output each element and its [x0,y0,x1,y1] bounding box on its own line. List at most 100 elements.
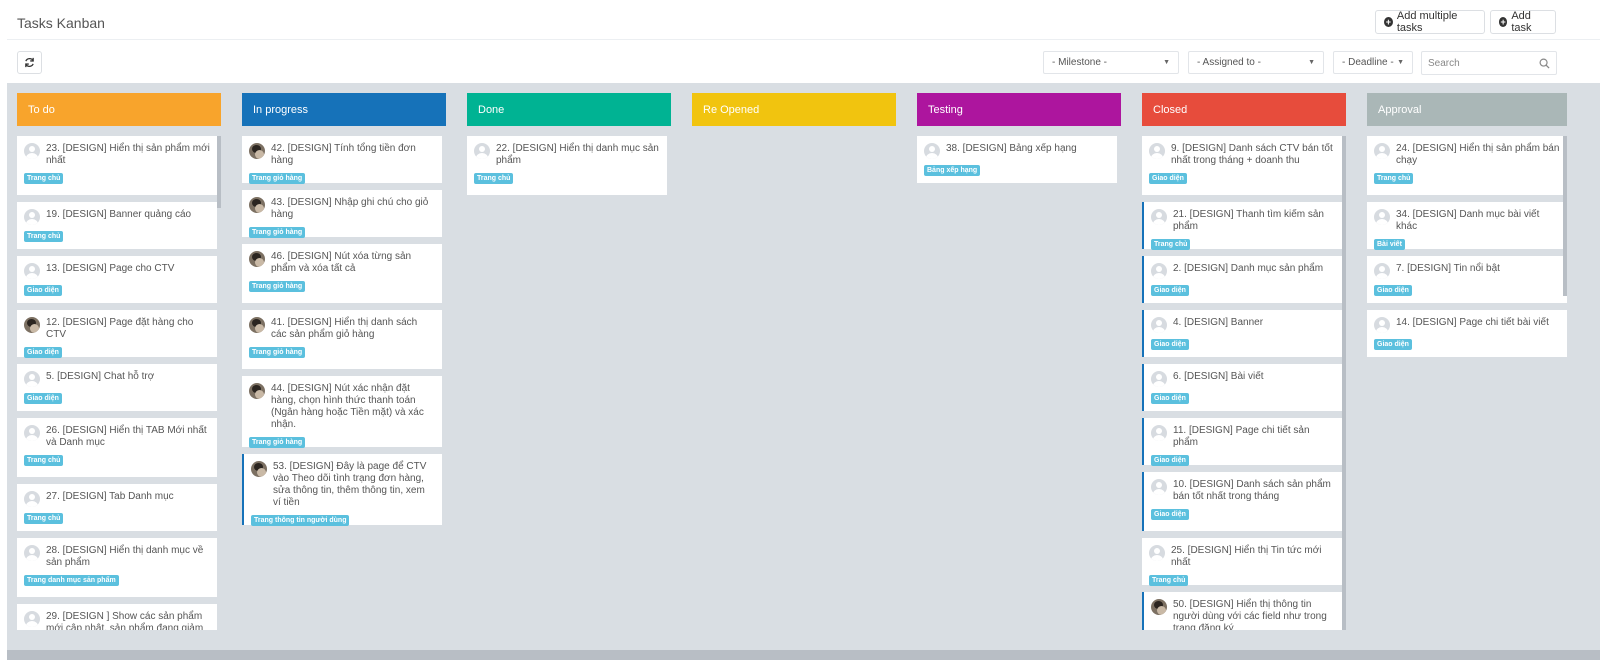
avatar[interactable] [249,251,265,267]
task-card[interactable]: 7. [DESIGN] Tin nổi bật Giao diện [1367,256,1567,303]
task-card[interactable]: 25. [DESIGN] Hiển thị Tin tức mới nhất Tr… [1142,538,1342,586]
add-multiple-tasks-button[interactable]: + Add multiple tasks [1375,10,1485,34]
task-card[interactable]: 41. [DESIGN] Hiển thị danh sách các sản … [242,310,442,369]
task-title[interactable]: 28. [DESIGN] Hiển thị danh mục về sản ph… [46,545,210,569]
avatar[interactable] [1374,209,1390,225]
task-title[interactable]: 12. [DESIGN] Page đặt hàng cho CTV [46,317,210,341]
task-title[interactable]: 10. [DESIGN] Danh sách sản phẩm bán tốt … [1173,479,1335,503]
task-card[interactable]: 43. [DESIGN] Nhập ghi chú cho giỏ hàng Tr… [242,190,442,238]
task-title[interactable]: 50. [DESIGN] Hiển thị thông tin người dù… [1173,599,1335,630]
task-card[interactable]: 10. [DESIGN] Danh sách sản phẩm bán tốt … [1142,472,1342,531]
task-card[interactable]: 19. [DESIGN] Banner quảng cáo Trang chủ [17,202,217,249]
task-card[interactable]: 44. [DESIGN] Nút xác nhận đặt hàng, chọn… [242,376,442,448]
avatar[interactable] [1151,209,1167,225]
task-card[interactable]: 34. [DESIGN] Danh mục bài viết khác Bài v… [1367,202,1567,250]
task-card[interactable]: 23. [DESIGN] Hiển thị sản phẩm mới nhất T… [17,136,217,195]
horizontal-scrollbar[interactable] [7,650,1600,660]
task-title[interactable]: 7. [DESIGN] Tin nổi bật [1396,263,1500,279]
avatar[interactable] [1151,599,1167,615]
task-title[interactable]: 22. [DESIGN] Hiển thị danh mục sản phẩm [496,143,660,167]
task-title[interactable]: 14. [DESIGN] Page chi tiết bài viết [1396,317,1549,333]
task-title[interactable]: 46. [DESIGN] Nút xóa từng sản phẩm và xó… [271,251,435,275]
avatar[interactable] [24,143,40,159]
task-title[interactable]: 41. [DESIGN] Hiển thị danh sách các sản … [271,317,435,341]
avatar[interactable] [24,317,40,333]
task-title[interactable]: 9. [DESIGN] Danh sách CTV bán tốt nhất t… [1171,143,1335,167]
task-title[interactable]: 38. [DESIGN] Bảng xếp hạng [946,143,1077,159]
task-title[interactable]: 19. [DESIGN] Banner quảng cáo [46,209,191,225]
task-card[interactable]: 24. [DESIGN] Hiển thị sản phẩm bán chạy T… [1367,136,1567,195]
avatar[interactable] [24,491,40,507]
avatar[interactable] [24,425,40,441]
task-card[interactable]: 46. [DESIGN] Nút xóa từng sản phẩm và xó… [242,244,442,303]
task-card[interactable]: 22. [DESIGN] Hiển thị danh mục sản phẩm T… [467,136,667,195]
task-title[interactable]: 24. [DESIGN] Hiển thị sản phẩm bán chạy [1396,143,1560,167]
task-card[interactable]: 14. [DESIGN] Page chi tiết bài viết Giao … [1367,310,1567,357]
task-card[interactable]: 53. [DESIGN] Đây là page để CTV vào Theo… [242,454,442,526]
task-card[interactable]: 4. [DESIGN] Banner Giao diện [1142,310,1342,357]
task-title[interactable]: 21. [DESIGN] Thanh tìm kiếm sản phẩm [1173,209,1335,233]
task-title[interactable]: 29. [DESIGN ] Show các sản phẩm mới cập … [46,611,210,630]
assigned-to-select[interactable]: - Assigned to - ▼ [1188,51,1324,74]
avatar[interactable] [24,611,40,627]
avatar[interactable] [1149,545,1165,561]
task-title[interactable]: 26. [DESIGN] Hiển thị TAB Mới nhất và Da… [46,425,210,449]
task-card[interactable]: 9. [DESIGN] Danh sách CTV bán tốt nhất t… [1142,136,1342,195]
milestone-select[interactable]: - Milestone - ▼ [1043,51,1179,74]
task-card[interactable]: 12. [DESIGN] Page đặt hàng cho CTV Giao d… [17,310,217,358]
column-scrollbar[interactable] [1342,136,1346,630]
column-scrollbar[interactable] [1563,136,1567,296]
avatar[interactable] [1151,425,1167,441]
avatar[interactable] [24,209,40,225]
search-input[interactable]: Search [1421,51,1557,75]
avatar[interactable] [251,461,267,477]
avatar[interactable] [24,371,40,387]
task-card[interactable]: 42. [DESIGN] Tính tổng tiền đơn hàng Tran… [242,136,442,184]
task-card[interactable]: 13. [DESIGN] Page cho CTV Giao diện [17,256,217,303]
avatar[interactable] [1374,143,1390,159]
task-title[interactable]: 53. [DESIGN] Đây là page để CTV vào Theo… [273,461,435,509]
task-card[interactable]: 27. [DESIGN] Tab Danh mục Trang chủ [17,484,217,531]
task-card[interactable]: 2. [DESIGN] Danh mục sản phẩm Giao diện [1142,256,1342,303]
avatar[interactable] [24,263,40,279]
avatar[interactable] [924,143,940,159]
task-title[interactable]: 13. [DESIGN] Page cho CTV [46,263,174,279]
avatar[interactable] [24,545,40,561]
avatar[interactable] [249,383,265,399]
task-card[interactable]: 21. [DESIGN] Thanh tìm kiếm sản phẩm Tran… [1142,202,1342,250]
task-title[interactable]: 43. [DESIGN] Nhập ghi chú cho giỏ hàng [271,197,435,221]
avatar[interactable] [249,317,265,333]
task-title[interactable]: 25. [DESIGN] Hiển thị Tin tức mới nhất [1171,545,1335,569]
avatar[interactable] [1151,479,1167,495]
task-title[interactable]: 6. [DESIGN] Bài viết [1173,371,1264,387]
avatar[interactable] [474,143,490,159]
task-card[interactable]: 11. [DESIGN] Page chi tiết sản phẩm Giao … [1142,418,1342,466]
task-title[interactable]: 4. [DESIGN] Banner [1173,317,1263,333]
task-card[interactable]: 26. [DESIGN] Hiển thị TAB Mới nhất và Da… [17,418,217,477]
avatar[interactable] [1149,143,1165,159]
task-card[interactable]: 6. [DESIGN] Bài viết Giao diện [1142,364,1342,411]
task-title[interactable]: 44. [DESIGN] Nút xác nhận đặt hàng, chọn… [271,383,435,431]
task-title[interactable]: 23. [DESIGN] Hiển thị sản phẩm mới nhất [46,143,210,167]
task-title[interactable]: 42. [DESIGN] Tính tổng tiền đơn hàng [271,143,435,167]
task-card[interactable]: 5. [DESIGN] Chat hỗ trợ Giao diện [17,364,217,411]
avatar[interactable] [1151,317,1167,333]
task-title[interactable]: 5. [DESIGN] Chat hỗ trợ [46,371,154,387]
task-title[interactable]: 27. [DESIGN] Tab Danh mục [46,491,174,507]
avatar[interactable] [1151,371,1167,387]
avatar[interactable] [249,143,265,159]
task-card[interactable]: 50. [DESIGN] Hiển thị thông tin người dù… [1142,592,1342,630]
avatar[interactable] [1374,317,1390,333]
avatar[interactable] [1151,263,1167,279]
task-card[interactable]: 29. [DESIGN ] Show các sản phẩm mới cập … [17,604,217,630]
task-title[interactable]: 2. [DESIGN] Danh mục sản phẩm [1173,263,1323,279]
task-title[interactable]: 34. [DESIGN] Danh mục bài viết khác [1396,209,1560,233]
column-scrollbar[interactable] [217,136,221,208]
avatar[interactable] [249,197,265,213]
task-title[interactable]: 11. [DESIGN] Page chi tiết sản phẩm [1173,425,1335,449]
task-card[interactable]: 38. [DESIGN] Bảng xếp hạng Bảng xếp hạng [917,136,1117,183]
add-task-button[interactable]: + Add task [1490,10,1556,34]
task-card[interactable]: 28. [DESIGN] Hiển thị danh mục về sản ph… [17,538,217,597]
deadline-select[interactable]: - Deadline - ▼ [1333,51,1413,74]
refresh-button[interactable] [17,51,42,74]
